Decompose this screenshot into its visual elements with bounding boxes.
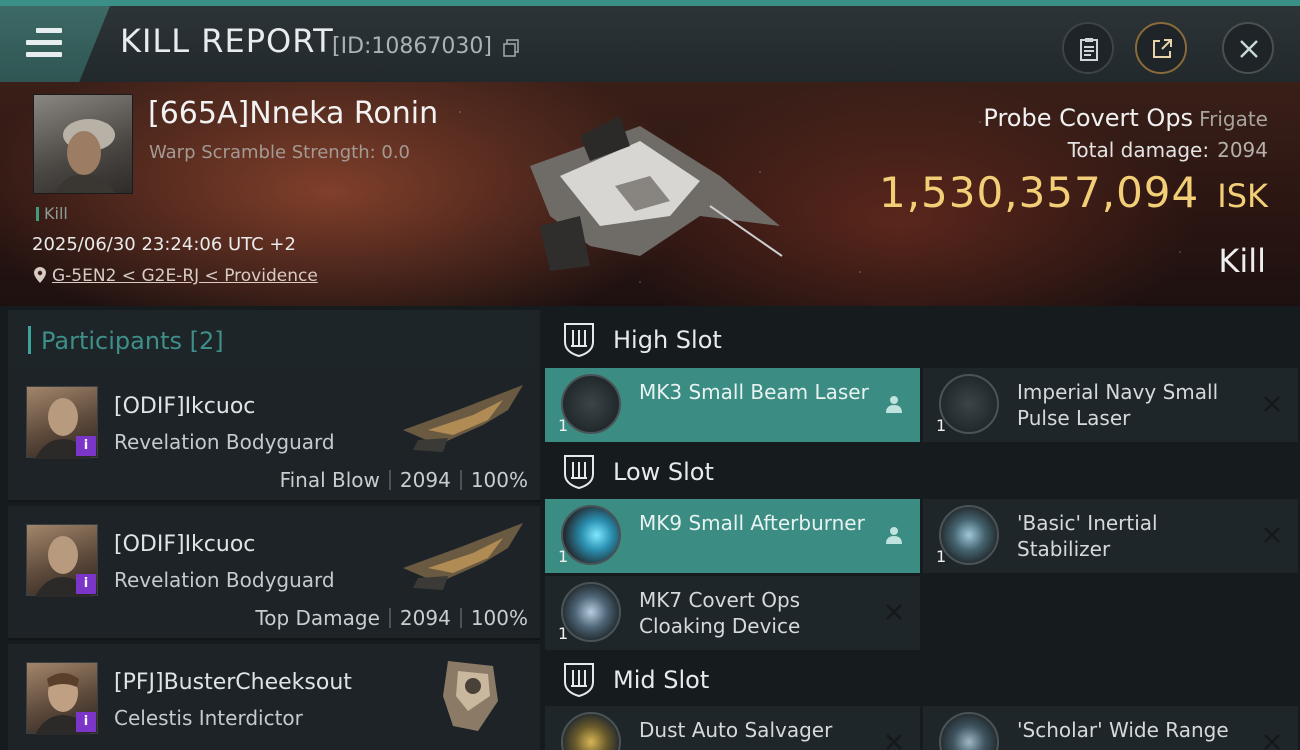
low-slot-header: Low Slot [545, 440, 1300, 502]
close-icon [1240, 40, 1258, 58]
participant-ship-image [403, 385, 523, 452]
participant-name: [ODIF]Ikcuoc [114, 394, 256, 419]
destroyed-icon [886, 604, 902, 620]
salvager-icon [561, 712, 621, 750]
participants-label: Participants [2] [41, 327, 224, 355]
victim-panel: [665A]Nneka Ronin Warp Scramble Strength… [0, 82, 1300, 306]
ship-name[interactable]: Probe Covert Ops [983, 104, 1193, 132]
clipboard-icon [1080, 38, 1098, 61]
high-slot-label: High Slot [613, 326, 722, 354]
participant-name: [PFJ]BusterCheeksout [114, 670, 352, 695]
participant-card[interactable]: i [PFJ]BusterCheeksout Celestis Interdic… [8, 644, 540, 750]
top-bar: KILL REPORT [ID:10867030] [0, 0, 1300, 82]
fitting-panel: High Slot 1 MK3 Small Beam Laser 1 Imper… [545, 306, 1300, 750]
destroyed-icon [886, 734, 902, 750]
share-button[interactable] [1135, 22, 1187, 74]
participant-percent: 100% [470, 606, 528, 630]
participants-panel: Participants [2] i [ODIF]Ikcuoc Revelati… [0, 306, 545, 750]
participant-card[interactable]: i [ODIF]Ikcuoc Revelation Bodyguard Top … [8, 506, 540, 640]
kill-timestamp: 2025/06/30 23:24:06 UTC +2 [32, 234, 296, 255]
participant-damage: 2094 [399, 606, 451, 630]
menu-button[interactable] [0, 6, 110, 82]
mid-slot-header: Mid Slot [545, 648, 1300, 710]
clipboard-button[interactable] [1062, 22, 1114, 74]
mid-slot-label: Mid Slot [613, 666, 710, 694]
inertial-stabilizer-icon [939, 505, 999, 565]
low-slot-label: Low Slot [613, 458, 714, 486]
total-damage: Total damage: 2094 [1067, 138, 1268, 162]
module-name: MK9 Small Afterburner [639, 511, 865, 535]
module-name: 'Scholar' Wide Range [1017, 718, 1229, 742]
module-item[interactable]: 1 Dust Auto Salvager [545, 706, 920, 750]
module-name: 'Basic' Inertial Stabilizer [1017, 511, 1158, 561]
participant-ship: Revelation Bodyguard [114, 568, 335, 592]
info-badge-icon[interactable]: i [76, 712, 96, 732]
low-slot-icon [564, 455, 594, 490]
high-slot-icon [564, 323, 594, 358]
pulse-laser-icon [939, 374, 999, 434]
share-icon [1153, 39, 1172, 58]
isk-value: 1,530,357,094 ISK [878, 168, 1268, 217]
copy-icon[interactable] [503, 39, 519, 57]
mid-slot-icon [564, 663, 594, 698]
kill-tag: Kill [36, 204, 68, 223]
module-item[interactable]: 1 Imperial Navy Small Pulse Laser [923, 368, 1298, 442]
victim-portrait[interactable] [33, 94, 133, 194]
victim-ship-image [530, 116, 783, 271]
module-quantity: 1 [936, 547, 947, 566]
victim-name[interactable]: [665A]Nneka Ronin [148, 96, 438, 131]
close-button[interactable] [1222, 22, 1274, 74]
hamburger-icon [26, 28, 62, 58]
module-quantity: 1 [558, 416, 569, 435]
module-item[interactable]: 1 'Basic' Inertial Stabilizer [923, 499, 1298, 573]
location-pin-icon [34, 267, 46, 283]
user-icon [886, 527, 902, 544]
beam-laser-icon [561, 374, 621, 434]
module-quantity: 1 [558, 547, 569, 566]
ship-title: Probe Covert Ops Frigate [983, 104, 1268, 132]
participants-header: Participants [2] [8, 310, 540, 370]
destroyed-icon [1264, 396, 1280, 412]
afterburner-icon [561, 505, 621, 565]
participant-card[interactable]: i [ODIF]Ikcuoc Revelation Bodyguard Fina… [8, 368, 540, 502]
module-name: Dust Auto Salvager [639, 718, 833, 742]
module-item[interactable]: 1 MK7 Covert Ops Cloaking Device [545, 576, 920, 650]
participant-damage: 2094 [399, 468, 451, 492]
module-name: Imperial Navy Small Pulse Laser [1017, 380, 1219, 430]
participant-ship-image [403, 523, 523, 590]
warp-scramble-strength: Warp Scramble Strength: 0.0 [149, 142, 411, 163]
location-link[interactable]: G-5EN2 < G2E-RJ < Providence [34, 266, 318, 286]
participant-role: Top Damage [255, 606, 380, 630]
participant-ship: Revelation Bodyguard [114, 430, 335, 454]
module-item[interactable]: 1 MK3 Small Beam Laser [545, 368, 920, 442]
participant-ship: Celestis Interdictor [114, 706, 303, 730]
module-quantity: 1 [936, 416, 947, 435]
participant-percent: 100% [470, 468, 528, 492]
info-badge-icon[interactable]: i [76, 436, 96, 456]
destroyed-icon [1264, 527, 1280, 543]
page-title: KILL REPORT [120, 22, 334, 60]
participant-role: Final Blow [279, 468, 380, 492]
total-damage-value: 2094 [1217, 138, 1268, 162]
module-name: MK3 Small Beam Laser [639, 380, 869, 404]
result-label: Kill [1218, 242, 1266, 280]
ship-class: Frigate [1199, 107, 1268, 131]
cloaking-device-icon [561, 582, 621, 642]
high-slot-header: High Slot [545, 308, 1300, 370]
participant-stats: Final Blow 2094 100% [280, 468, 528, 492]
participant-name: [ODIF]Ikcuoc [114, 532, 256, 557]
scanner-icon [939, 712, 999, 750]
info-badge-icon[interactable]: i [76, 574, 96, 594]
destroyed-icon [1264, 734, 1280, 750]
participant-stats: Top Damage 2094 100% [255, 606, 528, 630]
module-item[interactable]: 1 MK9 Small Afterburner [545, 499, 920, 573]
module-item[interactable]: 1 'Scholar' Wide Range [923, 706, 1298, 750]
module-name: MK7 Covert Ops Cloaking Device [639, 588, 801, 638]
report-id: [ID:10867030] [332, 34, 492, 59]
participant-ship-image [443, 661, 498, 731]
module-quantity: 1 [558, 624, 569, 643]
user-icon [886, 396, 902, 413]
